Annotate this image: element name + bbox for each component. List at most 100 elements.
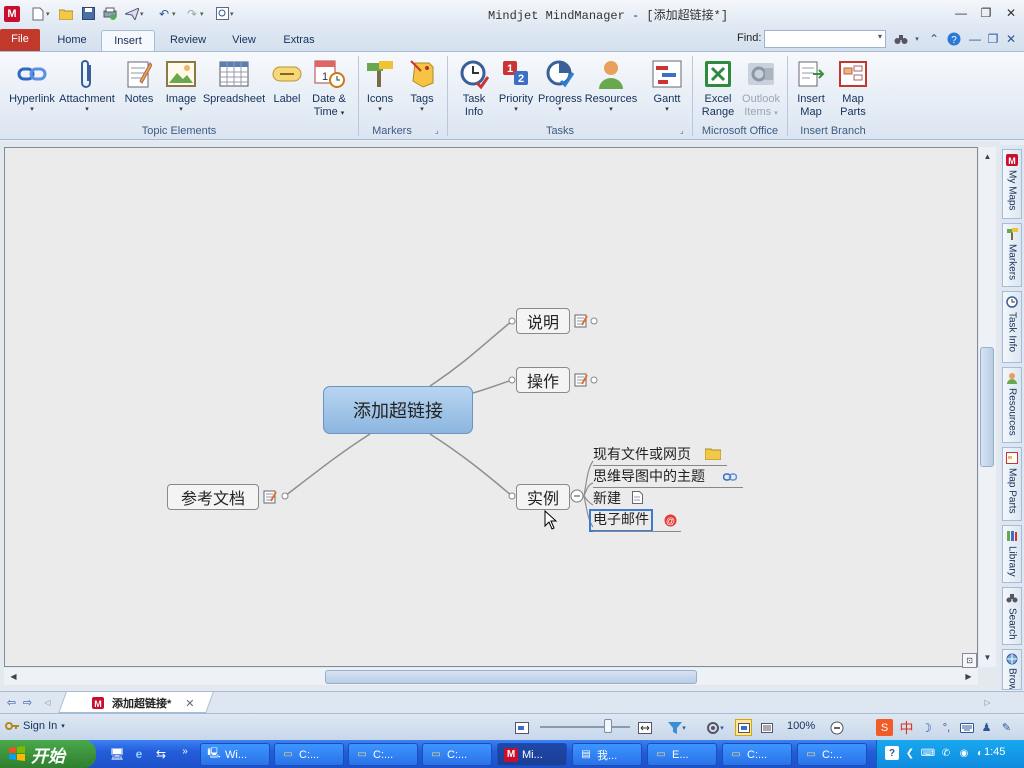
tab-home[interactable]: Home	[48, 30, 96, 51]
save-icon[interactable]	[78, 4, 98, 24]
ime-chinese-icon[interactable]: 中	[898, 719, 915, 736]
undo-dropdown-icon[interactable]: ▾	[172, 10, 180, 18]
icons-button[interactable]: Icons ▾	[362, 58, 398, 114]
central-topic[interactable]: 添加超链接	[323, 386, 473, 434]
find-input[interactable]: ▾	[764, 30, 886, 48]
new-dropdown-icon[interactable]: ▾	[46, 10, 54, 18]
ime-keyboard-icon[interactable]	[958, 719, 975, 736]
doc-restore-icon[interactable]: ❐	[984, 31, 1002, 47]
tags-button[interactable]: Tags ▾	[404, 58, 440, 114]
close-button[interactable]: ✕	[1000, 5, 1022, 21]
task-info-button[interactable]: Task Info	[454, 58, 494, 119]
progress-button[interactable]: Progress ▾	[537, 58, 583, 114]
quicklaunch-ie-icon[interactable]: e	[130, 745, 148, 763]
ime-sogou-icon[interactable]: S	[876, 719, 893, 736]
priority-button[interactable]: 12 Priority ▾	[497, 58, 535, 114]
side-tab-markers[interactable]: Markers	[1002, 223, 1022, 287]
taskbar-item[interactable]: ▭ C:...	[348, 743, 418, 766]
taskbar-item[interactable]: ▤ 我...	[572, 743, 642, 766]
help-tray-icon[interactable]: ?	[885, 746, 899, 760]
open-folder-icon[interactable]	[56, 4, 76, 24]
zoom-out-icon[interactable]	[828, 719, 845, 736]
start-button[interactable]: 开始	[0, 740, 96, 768]
notes-icon[interactable]	[574, 314, 588, 328]
find-dropdown-icon[interactable]: ▾	[878, 32, 882, 41]
tray-expand-icon[interactable]: ❮	[903, 746, 917, 760]
side-tab-resources[interactable]: Resources	[1002, 367, 1022, 443]
taskbar-item[interactable]: ▭ C:...	[422, 743, 492, 766]
markers-launcher-icon[interactable]: ⌟	[435, 126, 439, 135]
tags-dropdown-icon[interactable]: ▾	[420, 106, 424, 114]
horizontal-scroll-thumb[interactable]	[325, 670, 697, 684]
tasks-launcher-icon[interactable]: ⌟	[680, 126, 684, 135]
taskbar-item[interactable]: 🖳 Wi...	[200, 743, 270, 766]
next-document-icon[interactable]: ⇨	[20, 695, 35, 710]
volume-icon[interactable]: ◉	[957, 746, 971, 760]
icons-dropdown-icon[interactable]: ▾	[378, 106, 382, 114]
redo-dropdown-icon[interactable]: ▾	[200, 10, 208, 18]
fit-width-icon[interactable]	[636, 719, 653, 736]
scroll-right-icon[interactable]: ▶	[961, 669, 976, 684]
redo-icon[interactable]: ↷	[182, 4, 202, 24]
zoom-slider-thumb[interactable]	[604, 719, 612, 733]
folder-icon[interactable]	[705, 447, 721, 460]
restore-button[interactable]: ❐	[975, 5, 997, 21]
image-button[interactable]: Image ▾	[161, 58, 201, 114]
side-tab-browser[interactable]: Browser	[1002, 649, 1022, 690]
help-icon[interactable]: ?	[945, 31, 963, 47]
resources-button[interactable]: Resources ▾	[585, 58, 637, 114]
print-preview-icon[interactable]	[212, 4, 232, 24]
map-canvas[interactable]: 添加超链接 说明 操作 实例 参考文档 现有文件或网页 思维导图中的主题 新建 …	[4, 147, 978, 667]
topic-cankao[interactable]: 参考文档	[167, 484, 259, 510]
attachment-dropdown-icon[interactable]: ▾	[85, 106, 89, 114]
close-tab-icon[interactable]: ✕	[185, 697, 194, 710]
topic-shili[interactable]: 实例	[516, 484, 570, 510]
scroll-down-icon[interactable]: ▼	[980, 650, 995, 665]
insert-map-button[interactable]: Insert Map	[792, 58, 830, 119]
email-icon[interactable]: @	[663, 514, 678, 527]
subtopic-map-topic[interactable]: 思维导图中的主题	[593, 466, 705, 486]
taskbar-item[interactable]: ▭ E...	[647, 743, 717, 766]
layout-dropdown-icon[interactable]: ▾	[718, 719, 726, 736]
notes-button[interactable]: Notes	[120, 58, 158, 106]
gantt-button[interactable]: Gantt ▾	[650, 58, 684, 114]
subtopic-existing-file[interactable]: 现有文件或网页	[593, 444, 691, 464]
sign-in-dropdown-icon[interactable]: ▾	[61, 722, 65, 730]
send-icon[interactable]	[122, 4, 142, 24]
spreadsheet-button[interactable]: Spreadsheet	[203, 58, 265, 106]
side-tab-library[interactable]: Library	[1002, 525, 1022, 583]
tab-scroll-right-icon[interactable]: ▷	[980, 695, 995, 710]
taskbar-item[interactable]: ▭ C:...	[797, 743, 867, 766]
scroll-left-icon[interactable]: ◀	[6, 669, 21, 684]
notes-icon[interactable]	[263, 490, 277, 504]
tab-scroll-left-icon[interactable]: ◁	[40, 695, 55, 710]
tab-extras[interactable]: Extras	[274, 30, 324, 51]
outlook-dropdown-icon[interactable]: ▾	[774, 110, 778, 117]
date-time-button[interactable]: 1 Date & Time ▾	[308, 58, 350, 120]
resources-dropdown-icon[interactable]: ▾	[609, 106, 613, 114]
outlook-items-button[interactable]: Outlook Items ▾	[740, 58, 782, 120]
ime-punctuation-icon[interactable]: °,	[938, 719, 955, 736]
tray-app-icon[interactable]: ✆	[939, 746, 953, 760]
taskbar-item[interactable]: ▭ C:...	[274, 743, 344, 766]
attachment-button[interactable]: Attachment ▾	[58, 58, 116, 114]
tab-view[interactable]: View	[222, 30, 266, 51]
scroll-up-icon[interactable]: ▲	[980, 149, 995, 164]
minimize-button[interactable]: —	[950, 5, 972, 21]
quicklaunch-app-icon[interactable]: ⇆	[152, 745, 170, 763]
network-icon[interactable]: ⌨	[921, 746, 935, 760]
doc-close-icon[interactable]: ✕	[1002, 31, 1020, 47]
ime-moon-icon[interactable]: ☽	[918, 719, 935, 736]
side-tab-my-maps[interactable]: M My Maps	[1002, 149, 1022, 219]
horizontal-scrollbar[interactable]: ◀ ▶	[4, 668, 978, 685]
outline-view-icon[interactable]	[758, 719, 775, 736]
sign-in-button[interactable]: Sign In ▾	[5, 720, 65, 732]
new-document-icon[interactable]	[28, 4, 48, 24]
hyperlink-button[interactable]: Hyperlink ▾	[8, 58, 56, 114]
topic-shuoming[interactable]: 说明	[516, 308, 570, 334]
undo-icon[interactable]: ↶	[154, 4, 174, 24]
map-parts-button[interactable]: Map Parts	[834, 58, 872, 119]
print-icon[interactable]	[100, 4, 120, 24]
date-time-dropdown-icon[interactable]: ▾	[341, 110, 345, 117]
map-overview-icon[interactable]	[513, 719, 530, 736]
